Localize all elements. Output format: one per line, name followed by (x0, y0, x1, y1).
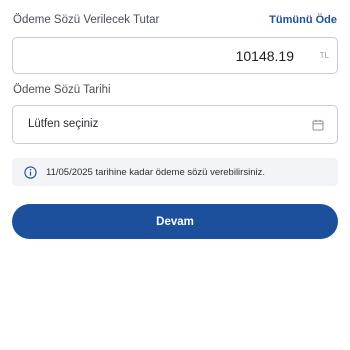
info-text: 11/05/2025 tarihine kadar ödeme sözü ver… (46, 166, 265, 178)
continue-button[interactable]: Devam (12, 204, 338, 239)
date-label: Ödeme Sözü Tarihi (13, 84, 111, 96)
date-select[interactable]: Lütfen seçiniz (12, 105, 338, 144)
amount-header: Ödeme Sözü Verilecek Tutar Tümünü Öde (13, 12, 337, 28)
info-icon (24, 165, 37, 179)
info-box: 11/05/2025 tarihine kadar ödeme sözü ver… (12, 158, 338, 186)
date-placeholder: Lütfen seçiniz (28, 118, 99, 130)
calendar-icon[interactable] (312, 119, 324, 131)
amount-value: 10148.19 (235, 48, 294, 64)
pay-all-link[interactable]: Tümünü Öde (269, 14, 337, 26)
amount-label: Ödeme Sözü Verilecek Tutar (13, 14, 160, 26)
currency-label: TL (319, 51, 329, 60)
amount-field[interactable]: 10148.19 TL (12, 37, 338, 74)
